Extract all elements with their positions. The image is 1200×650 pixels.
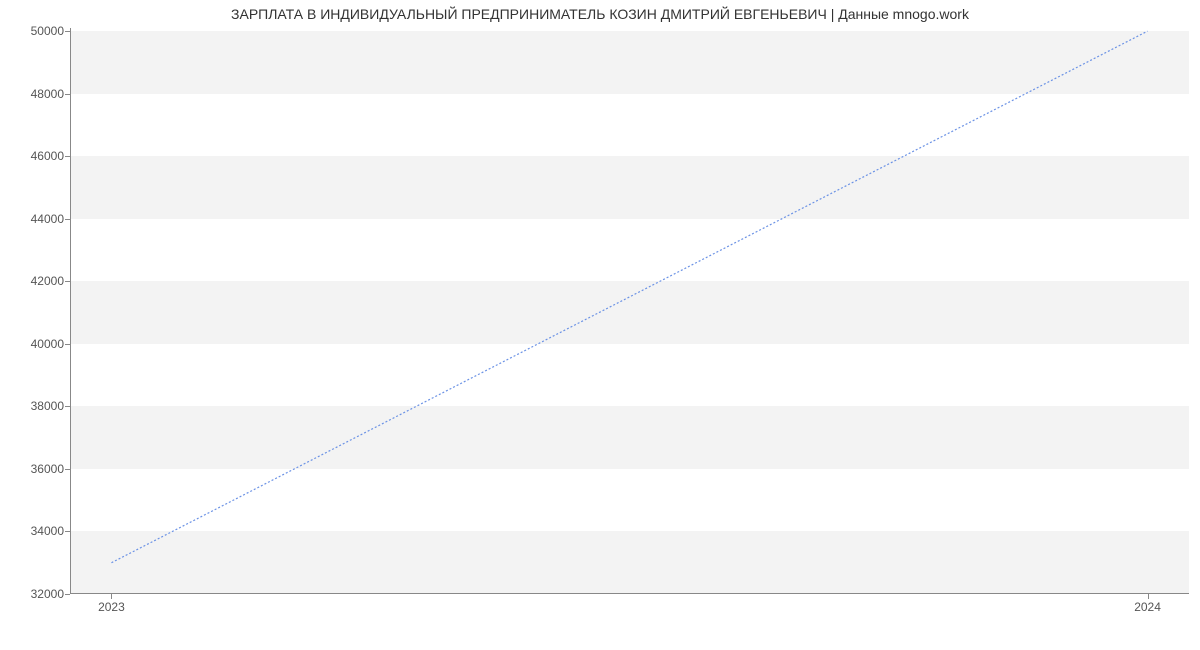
x-tick-mark xyxy=(1148,594,1149,599)
y-tick-mark xyxy=(65,594,70,595)
line-layer xyxy=(70,28,1189,594)
chart-container: ЗАРПЛАТА В ИНДИВИДУАЛЬНЫЙ ПРЕДПРИНИМАТЕЛ… xyxy=(0,0,1200,650)
series-line xyxy=(111,31,1147,563)
x-tick-mark xyxy=(111,594,112,599)
chart-title: ЗАРПЛАТА В ИНДИВИДУАЛЬНЫЙ ПРЕДПРИНИМАТЕЛ… xyxy=(0,6,1200,22)
plot-area: 3200034000360003800040000420004400046000… xyxy=(70,28,1189,594)
